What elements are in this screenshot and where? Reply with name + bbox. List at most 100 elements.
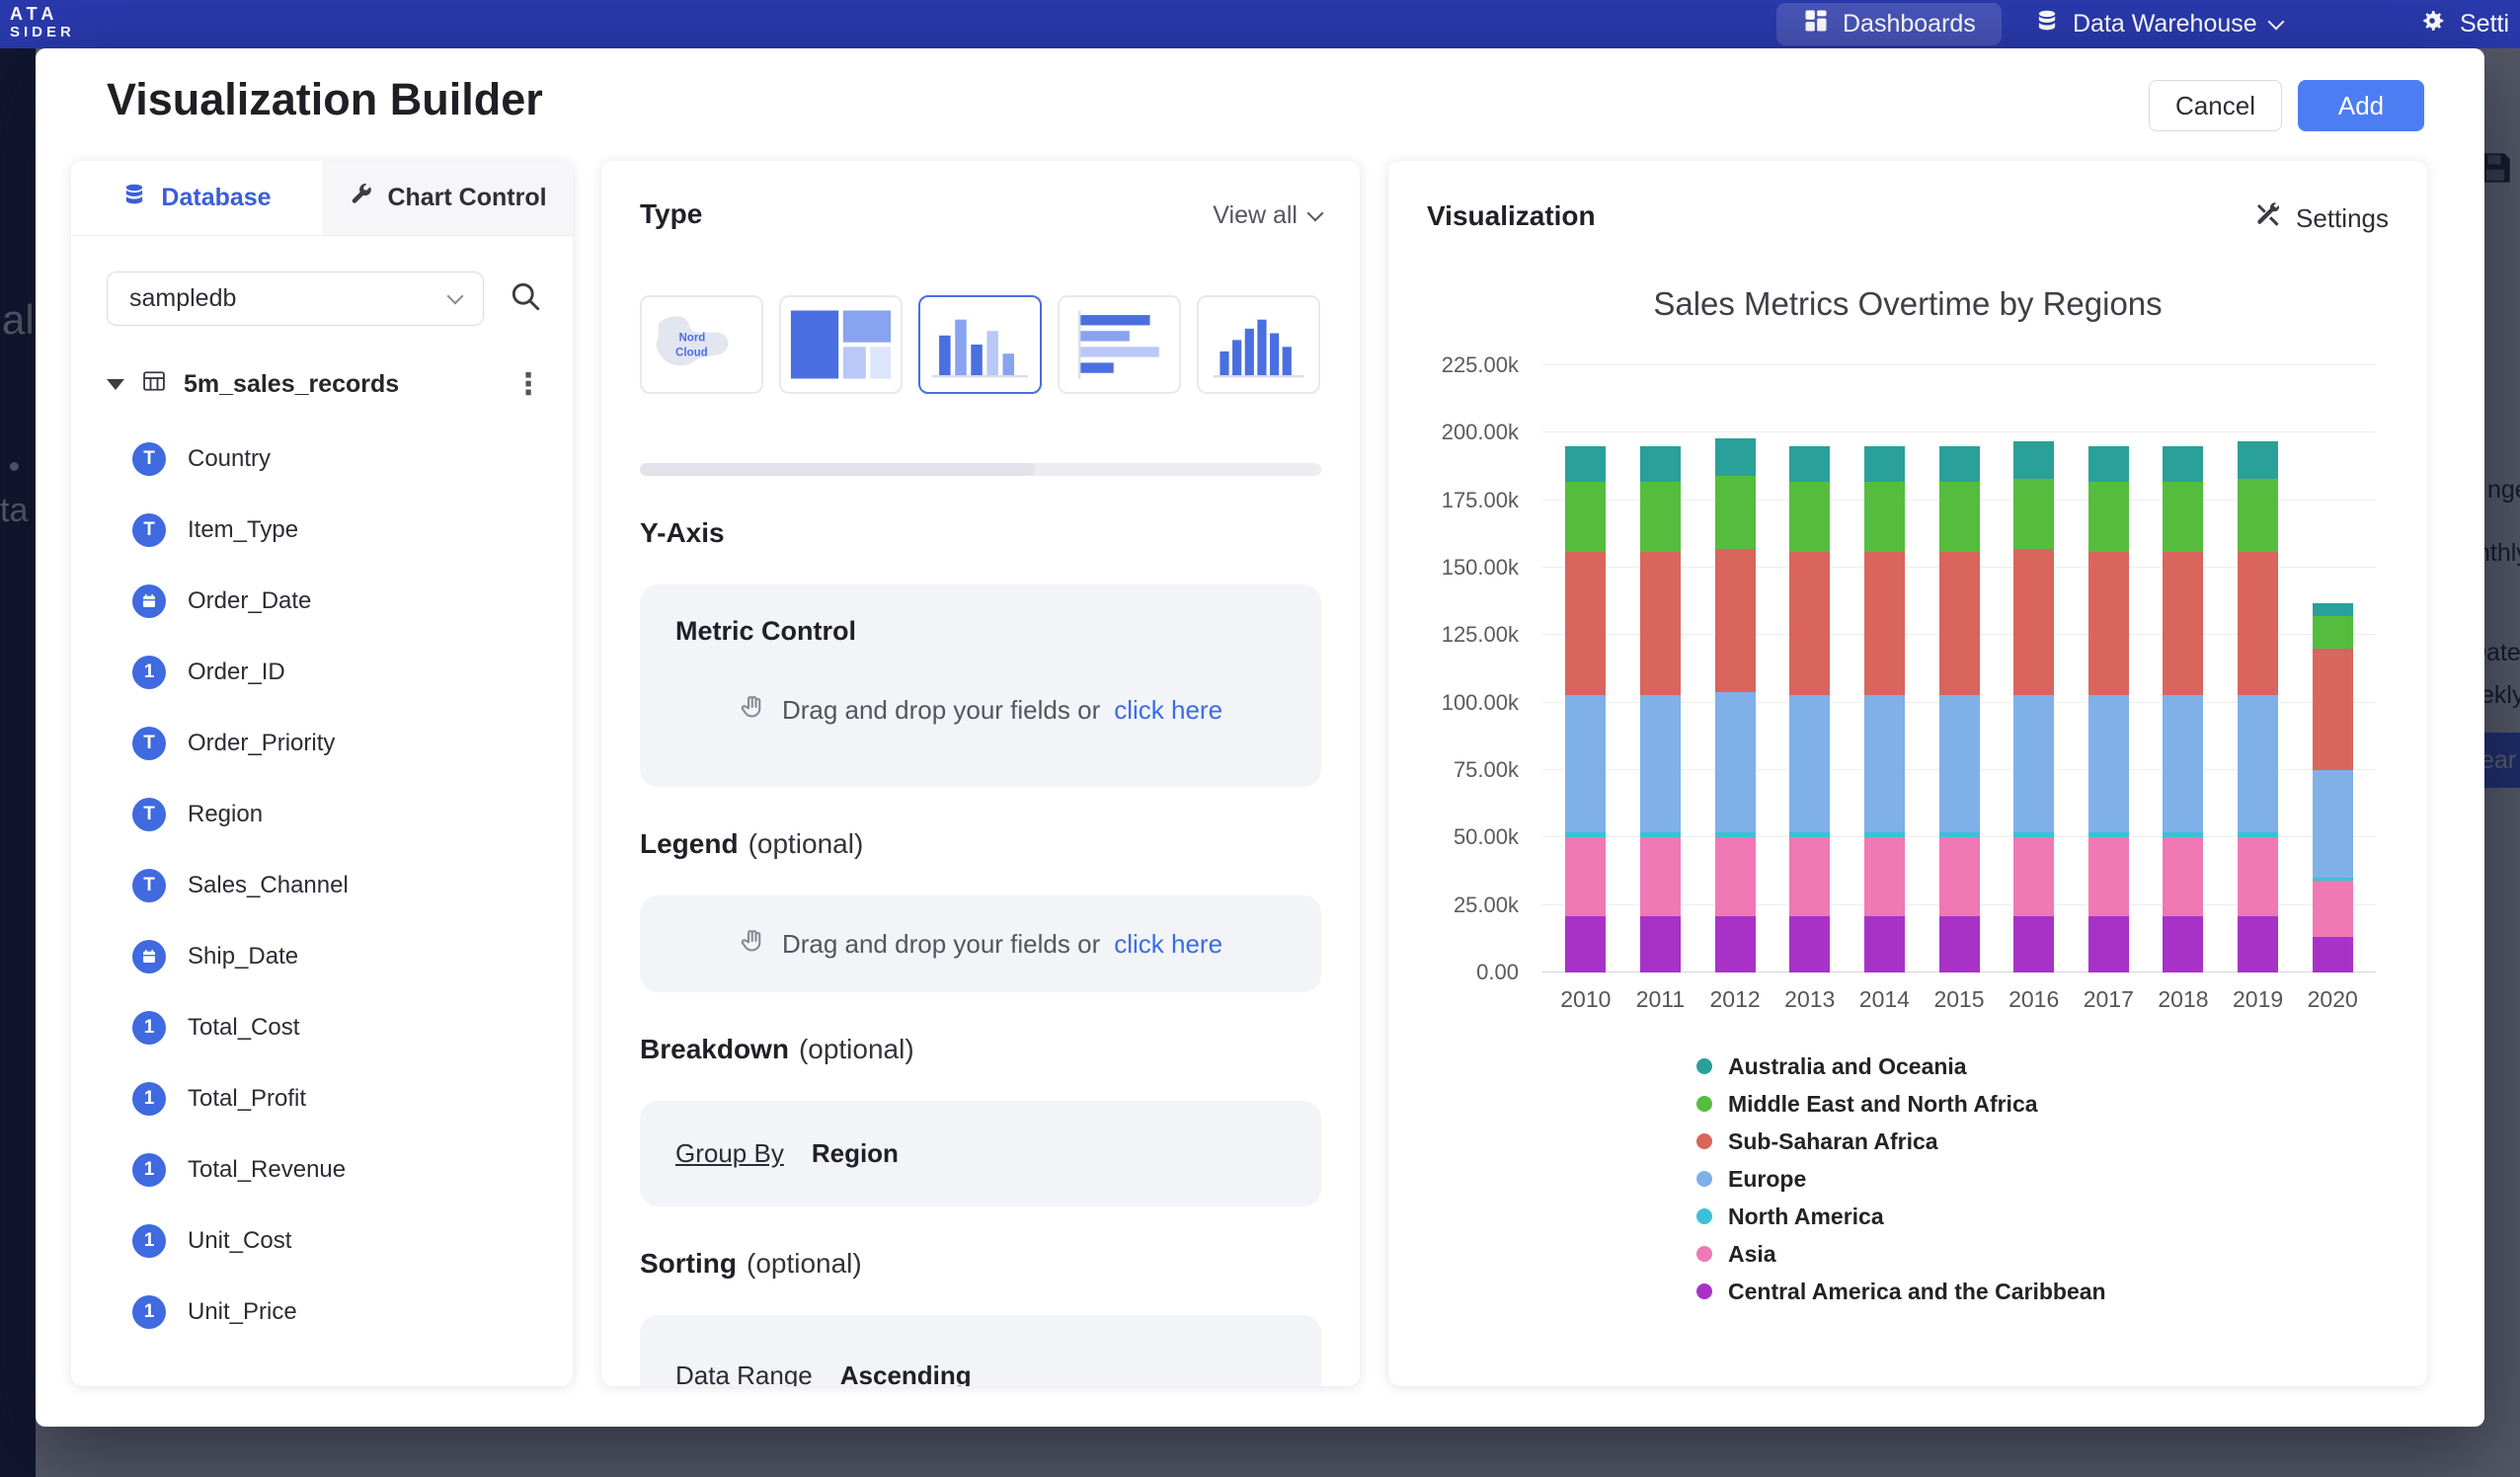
breakdown-dropzone[interactable]: Group By Region: [640, 1101, 1321, 1206]
bar-segment[interactable]: [2013, 441, 2054, 479]
sorting-row-value[interactable]: Ascending: [840, 1360, 972, 1386]
cancel-button[interactable]: Cancel: [2149, 80, 2282, 131]
bar-segment[interactable]: [2013, 916, 2054, 972]
bar-segment[interactable]: [1715, 438, 1756, 476]
bar-segment[interactable]: [1715, 916, 1756, 972]
bar-segment[interactable]: [1715, 837, 1756, 915]
nav-data-warehouse[interactable]: Data Warehouse: [2034, 0, 2282, 48]
bar-segment[interactable]: [2238, 552, 2278, 695]
bar-segment[interactable]: [1789, 552, 1830, 695]
bar-segment[interactable]: [2163, 552, 2203, 695]
field-row-item_type[interactable]: TItem_Type: [71, 495, 573, 566]
bar-segment[interactable]: [2088, 552, 2129, 695]
bar-segment[interactable]: [2238, 916, 2278, 972]
bar-segment[interactable]: [1939, 837, 1980, 915]
bar-segment[interactable]: [2088, 916, 2129, 972]
bar-segment[interactable]: [2013, 549, 2054, 695]
bar-segment[interactable]: [1789, 482, 1830, 552]
field-row-order_date[interactable]: Order_Date: [71, 566, 573, 637]
stacked-bar-2013[interactable]: [1789, 365, 1830, 972]
bar-segment[interactable]: [1640, 916, 1681, 972]
bar-segment[interactable]: [1789, 837, 1830, 915]
stacked-bar-2018[interactable]: [2163, 365, 2203, 972]
field-row-total_cost[interactable]: 1Total_Cost: [71, 992, 573, 1063]
bar-segment[interactable]: [2238, 479, 2278, 552]
treemap-chart-thumbnail[interactable]: [779, 295, 903, 394]
bar-segment[interactable]: [2013, 837, 2054, 915]
bar-segment[interactable]: [1565, 916, 1606, 972]
stacked-bar-2012[interactable]: [1715, 365, 1756, 972]
bar-segment[interactable]: [1939, 695, 1980, 832]
click-here-link[interactable]: click here: [1114, 695, 1222, 726]
column-chart-thumbnail[interactable]: [1197, 295, 1320, 394]
bar-segment[interactable]: [1939, 552, 1980, 695]
legend-item[interactable]: Europe: [1696, 1160, 2106, 1198]
stacked-bar-2011[interactable]: [1640, 365, 1681, 972]
bar-segment[interactable]: [1640, 552, 1681, 695]
field-row-unit_cost[interactable]: 1Unit_Cost: [71, 1205, 573, 1277]
bar-segment[interactable]: [2088, 446, 2129, 482]
legend-dropzone[interactable]: Drag and drop your fields or click here: [640, 895, 1321, 992]
tab-chart-control[interactable]: Chart Control: [322, 161, 573, 235]
field-row-region[interactable]: TRegion: [71, 779, 573, 850]
bar-segment[interactable]: [2238, 837, 2278, 915]
bar-segment[interactable]: [1864, 482, 1905, 552]
bar-segment[interactable]: [2313, 649, 2353, 770]
legend-item[interactable]: North America: [1696, 1198, 2106, 1235]
bar-segment[interactable]: [2313, 770, 2353, 878]
bar-segment[interactable]: [1864, 446, 1905, 482]
bar-segment[interactable]: [1864, 695, 1905, 832]
stacked-bar-2014[interactable]: [1864, 365, 1905, 972]
chart-settings-button[interactable]: Settings: [2253, 200, 2389, 237]
bar-segment[interactable]: [2163, 916, 2203, 972]
view-all-button[interactable]: View all: [1213, 201, 1321, 230]
stacked-bar-2019[interactable]: [2238, 365, 2278, 972]
field-row-sales_channel[interactable]: TSales_Channel: [71, 850, 573, 921]
bar-segment[interactable]: [1789, 446, 1830, 482]
bar-segment[interactable]: [1715, 692, 1756, 832]
bar-segment[interactable]: [2163, 482, 2203, 552]
bar-segment[interactable]: [1864, 916, 1905, 972]
add-button[interactable]: Add: [2298, 80, 2424, 131]
stacked-bar-2015[interactable]: [1939, 365, 1980, 972]
bar-segment[interactable]: [1640, 446, 1681, 482]
legend-item[interactable]: Middle East and North Africa: [1696, 1085, 2106, 1123]
bar-segment[interactable]: [2088, 837, 2129, 915]
bar-segment[interactable]: [2313, 616, 2353, 649]
bar-segment[interactable]: [2088, 482, 2129, 552]
bar-segment[interactable]: [1939, 916, 1980, 972]
bar-segment[interactable]: [2013, 695, 2054, 832]
bar-segment[interactable]: [1864, 837, 1905, 915]
stacked-bar-2017[interactable]: [2088, 365, 2129, 972]
group-by-label[interactable]: Group By: [675, 1138, 784, 1169]
legend-item[interactable]: Australia and Oceania: [1696, 1048, 2106, 1085]
bar-segment[interactable]: [2163, 695, 2203, 832]
legend-item[interactable]: Asia: [1696, 1235, 2106, 1273]
bar-segment[interactable]: [1565, 482, 1606, 552]
bar-segment[interactable]: [1715, 549, 1756, 692]
horizontal-bar-chart-thumbnail[interactable]: [1058, 295, 1181, 394]
legend-item[interactable]: Central America and the Caribbean: [1696, 1273, 2106, 1310]
bar-segment[interactable]: [1864, 552, 1905, 695]
bar-segment[interactable]: [1640, 695, 1681, 832]
field-row-order_priority[interactable]: TOrder_Priority: [71, 708, 573, 779]
group-by-value[interactable]: Region: [812, 1138, 899, 1169]
bar-segment[interactable]: [2013, 479, 2054, 549]
horizontal-scrollbar[interactable]: [640, 463, 1321, 476]
stacked-bar-2020[interactable]: [2313, 365, 2353, 972]
metric-control-dropzone[interactable]: Metric Control Drag and drop your fields…: [640, 584, 1321, 787]
bar-segment[interactable]: [2313, 881, 2353, 937]
tab-database[interactable]: Database: [71, 161, 322, 235]
bar-segment[interactable]: [1565, 552, 1606, 695]
bar-segment[interactable]: [1939, 446, 1980, 482]
bar-segment[interactable]: [1565, 695, 1606, 832]
bar-segment[interactable]: [2238, 695, 2278, 832]
bar-segment[interactable]: [1789, 916, 1830, 972]
bar-segment[interactable]: [1715, 476, 1756, 549]
bar-segment[interactable]: [1565, 446, 1606, 482]
map-chart-thumbnail[interactable]: NordCloud: [640, 295, 763, 394]
bar-segment[interactable]: [2088, 695, 2129, 832]
bar-segment[interactable]: [1565, 837, 1606, 915]
search-icon[interactable]: [508, 278, 543, 319]
bar-segment[interactable]: [2313, 603, 2353, 617]
